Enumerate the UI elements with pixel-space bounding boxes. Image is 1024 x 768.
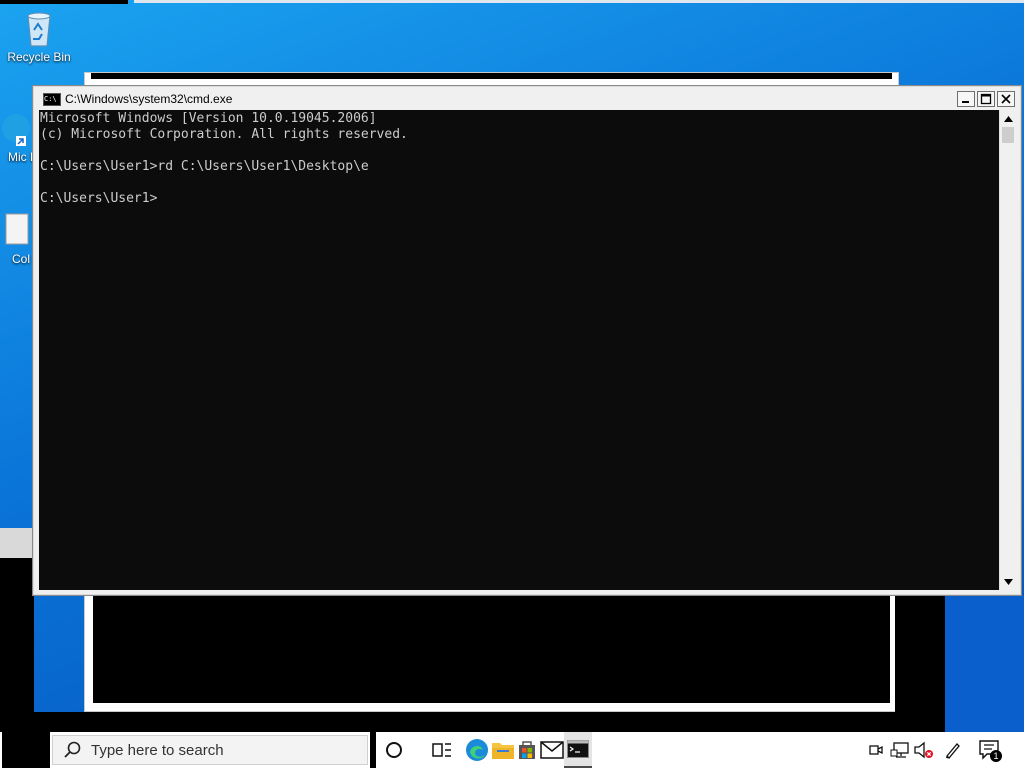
minimize-button[interactable] (957, 91, 975, 107)
search-icon (64, 741, 81, 758)
bottom-black-bar (0, 712, 945, 732)
cortana-button[interactable] (378, 732, 410, 768)
scrollbar-thumb[interactable] (1002, 127, 1014, 143)
top-window-edge (134, 0, 1024, 3)
arrow-up-icon (1004, 115, 1013, 122)
tray-pen-workspace[interactable] (942, 732, 964, 768)
right-blue-panel (945, 596, 1024, 732)
taskbar-cmd[interactable] (564, 732, 592, 768)
search-placeholder: Type here to search (91, 741, 224, 759)
command-prompt-icon (567, 740, 589, 758)
console-line: (c) Microsoft Corporation. All rights re… (40, 127, 408, 142)
taskbar: Type here to search 1 (0, 732, 1024, 768)
maximize-icon (980, 93, 992, 105)
console-line: C:\Users\User1>rd C:\Users\User1\Desktop… (40, 159, 369, 174)
tray-volume[interactable] (912, 732, 936, 768)
taskbar-divider (370, 732, 376, 768)
desktop-icon-label: Recycle Bin (7, 50, 71, 64)
taskbar-mail[interactable] (538, 732, 566, 768)
cmd-window[interactable]: C:\ C:\Windows\system32\cmd.exe Microsof… (32, 85, 1022, 596)
console-line: Microsoft Windows [Version 10.0.19045.20… (40, 111, 377, 126)
console-prompt-line: C:\Users\User1> (40, 191, 158, 206)
cmd-window-title: C:\Windows\system32\cmd.exe (65, 92, 233, 106)
action-center-button[interactable]: 1 (976, 732, 1004, 768)
minimize-icon (962, 101, 969, 103)
vertical-scrollbar[interactable] (999, 110, 1016, 590)
desktop-icon-recycle-bin[interactable]: Recycle Bin (0, 8, 78, 64)
meet-now-icon (869, 745, 883, 755)
task-view-icon (432, 743, 451, 757)
search-box[interactable]: Type here to search (52, 735, 368, 765)
top-left-bar (0, 0, 128, 4)
folder-icon (492, 743, 514, 759)
tray-meet-now[interactable] (866, 732, 886, 768)
edge-icon (466, 739, 488, 761)
task-view-button[interactable] (426, 732, 458, 768)
taskbar-edge[interactable] (462, 732, 492, 768)
store-icon (519, 741, 535, 759)
arrow-down-icon (1004, 578, 1013, 585)
scroll-down-button[interactable] (1001, 574, 1016, 589)
maximize-button[interactable] (977, 91, 995, 107)
mail-icon (540, 741, 564, 759)
tray-network[interactable] (888, 732, 912, 768)
cmd-app-icon: C:\ (43, 92, 61, 106)
network-icon (890, 742, 909, 758)
start-button[interactable] (2, 732, 50, 768)
left-black-panel (0, 528, 34, 728)
notification-count-badge: 1 (990, 750, 1002, 762)
close-icon (1001, 94, 1011, 104)
edge-shortcut-icon (0, 108, 30, 148)
taskbar-store[interactable] (514, 732, 540, 768)
pen-icon (945, 743, 960, 759)
background-window-content (93, 593, 890, 703)
cmd-titlebar[interactable]: C:\ C:\Windows\system32\cmd.exe (37, 88, 1017, 110)
background-window-titlebar (91, 73, 892, 79)
left-gray-panel (0, 528, 34, 558)
taskbar-file-explorer[interactable] (490, 732, 516, 768)
scroll-up-button[interactable] (1001, 111, 1016, 126)
recycle-bin-icon (19, 8, 59, 48)
cmd-console-output[interactable]: Microsoft Windows [Version 10.0.19045.20… (39, 110, 999, 590)
cortana-circle-icon (386, 742, 402, 758)
document-icon (0, 210, 30, 250)
close-button[interactable] (997, 91, 1015, 107)
volume-muted-icon (914, 741, 933, 759)
